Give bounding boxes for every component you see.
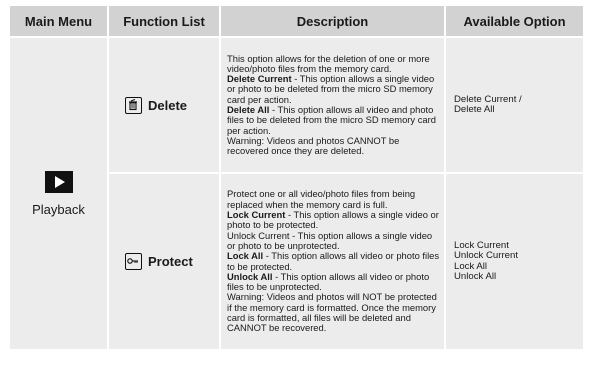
description-warning: Warning: Videos and photos CANNOT be rec… (227, 134, 400, 157)
trash-icon (125, 96, 142, 114)
function-label-delete: Delete (148, 97, 188, 113)
main-menu-label: Playback (32, 201, 85, 217)
table-row-delete: Playback Delete This option allows for t… (10, 36, 583, 349)
header-description: Description (220, 6, 446, 37)
function-table: Main Menu Function List Description Avai… (10, 6, 583, 349)
option-item: Unlock Current (454, 250, 518, 261)
key-icon (125, 253, 142, 270)
table-header-row: Main Menu Function List Description Avai… (10, 6, 583, 37)
description-intro: This option allows for the deletion of o… (227, 52, 430, 74)
description-protect: Protect one or all video/photo files fro… (227, 189, 440, 333)
description-delete: This option allows for the deletion of o… (227, 52, 440, 157)
description-cell-protect: Protect one or all video/photo files fro… (220, 172, 446, 349)
header-main-menu: Main Menu (10, 6, 109, 37)
play-icon (44, 170, 73, 193)
description-intro: Protect one or all video/photo files fro… (227, 188, 416, 210)
option-cell-protect: Lock Current Unlock Current Lock All Unl… (445, 172, 583, 349)
description-text: Unlock Current - This option allows a si… (227, 229, 433, 251)
main-menu-cell: Playback (10, 36, 109, 349)
function-cell-delete: Delete (108, 36, 221, 173)
option-cell-delete: Delete Current / Delete All (445, 36, 583, 173)
header-available-option: Available Option (445, 6, 583, 37)
description-warning: Warning: Videos and photos will NOT be p… (227, 291, 437, 334)
function-label-protect: Protect (148, 254, 193, 269)
function-cell-protect: Protect (108, 172, 221, 349)
description-cell-delete: This option allows for the deletion of o… (220, 36, 446, 173)
header-function-list: Function List (108, 6, 221, 37)
option-item: Unlock All (454, 271, 497, 282)
option-item: Delete All (454, 104, 495, 115)
